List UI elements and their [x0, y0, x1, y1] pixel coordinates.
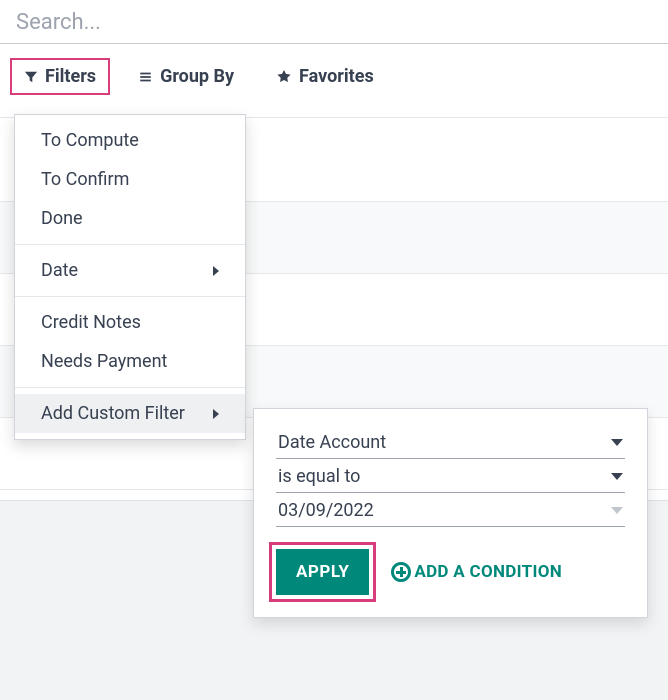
filter-option-label: Add Custom Filter	[41, 403, 185, 424]
custom-filter-value-input[interactable]: 03/09/2022	[276, 495, 625, 527]
filter-option-add-custom[interactable]: Add Custom Filter	[15, 394, 245, 433]
chevron-down-icon	[611, 473, 623, 480]
plus-circle-icon	[391, 562, 411, 582]
chevron-right-icon	[213, 409, 219, 419]
filter-option-credit-notes[interactable]: Credit Notes	[15, 303, 245, 342]
filter-option-to-confirm[interactable]: To Confirm	[15, 160, 245, 199]
filters-dropdown: To Compute To Confirm Done Date Credit N…	[14, 114, 246, 440]
star-icon	[276, 69, 292, 84]
apply-button[interactable]: APPLY	[276, 549, 369, 595]
filter-value: 03/09/2022	[278, 500, 374, 521]
filters-label: Filters	[45, 66, 96, 87]
filter-option-done[interactable]: Done	[15, 199, 245, 238]
custom-filter-field-select[interactable]: Date Account	[276, 427, 625, 459]
menu-separator	[15, 244, 245, 245]
chevron-down-icon	[611, 439, 623, 446]
funnel-icon	[24, 70, 38, 84]
filter-option-label: Needs Payment	[41, 351, 167, 372]
search-toolbar: Filters Group By Favorites	[0, 44, 668, 118]
filter-option-label: To Compute	[41, 130, 139, 151]
filter-option-label: Credit Notes	[41, 312, 141, 333]
custom-filter-operator-select[interactable]: is equal to	[276, 461, 625, 493]
groupby-label: Group By	[160, 66, 234, 87]
filter-option-label: Done	[41, 208, 83, 229]
search-input[interactable]	[16, 10, 656, 35]
add-condition-button[interactable]: ADD A CONDITION	[391, 562, 562, 582]
favorites-label: Favorites	[299, 66, 374, 87]
groupby-button[interactable]: Group By	[124, 58, 248, 95]
search-bar	[0, 0, 668, 44]
chevron-down-icon	[611, 507, 623, 514]
filter-option-label: Date	[41, 260, 78, 281]
filter-option-label: To Confirm	[41, 169, 129, 190]
list-icon	[138, 70, 153, 84]
menu-separator	[15, 387, 245, 388]
menu-separator	[15, 296, 245, 297]
add-condition-label: ADD A CONDITION	[414, 562, 562, 582]
field-value: Date Account	[278, 432, 386, 453]
favorites-button[interactable]: Favorites	[262, 58, 388, 95]
filter-option-needs-payment[interactable]: Needs Payment	[15, 342, 245, 381]
custom-filter-panel: Date Account is equal to 03/09/2022 APPL…	[253, 408, 648, 618]
custom-filter-actions: APPLY ADD A CONDITION	[276, 549, 625, 595]
filters-button[interactable]: Filters	[10, 58, 110, 95]
chevron-right-icon	[213, 266, 219, 276]
operator-value: is equal to	[278, 466, 360, 487]
filter-option-date[interactable]: Date	[15, 251, 245, 290]
filter-option-to-compute[interactable]: To Compute	[15, 121, 245, 160]
